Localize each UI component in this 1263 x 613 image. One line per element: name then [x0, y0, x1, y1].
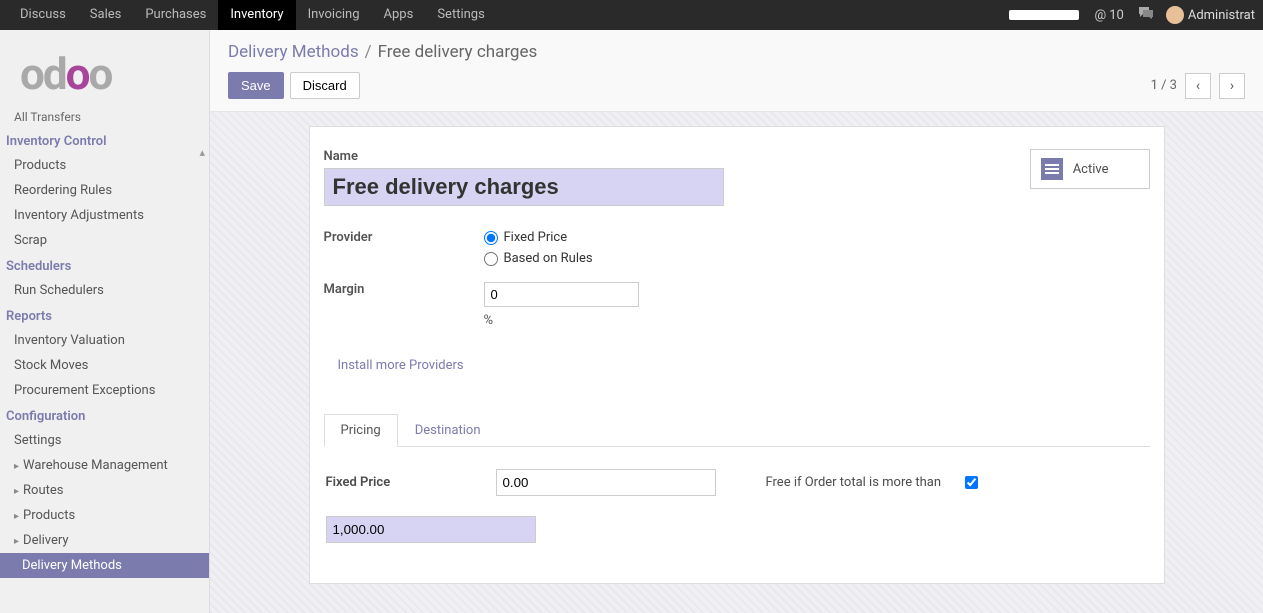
user-name[interactable]: Administrat: [1188, 8, 1255, 23]
pager: 1 / 3 ‹ ›: [1151, 73, 1245, 99]
nav-section-inventory-control: Inventory Control: [0, 128, 209, 153]
progress-bar: [1009, 10, 1079, 20]
menu-apps[interactable]: Apps: [372, 0, 426, 30]
margin-unit: %: [484, 313, 639, 328]
nav-section-configuration: Configuration: [0, 403, 209, 428]
nav-run-schedulers[interactable]: Run Schedulers: [0, 278, 209, 303]
nav-reordering-rules[interactable]: Reordering Rules: [0, 178, 209, 203]
fixed-price-label: Fixed Price: [326, 475, 476, 490]
fixed-price-input[interactable]: [496, 469, 716, 496]
active-toggle[interactable]: Active: [1030, 149, 1150, 189]
menu-discuss[interactable]: Discuss: [8, 0, 78, 30]
nav-delivery[interactable]: Delivery: [0, 528, 209, 553]
nav-products-config[interactable]: Products: [0, 503, 209, 528]
provider-rules-radio[interactable]: [484, 252, 498, 266]
nav-routes[interactable]: Routes: [0, 478, 209, 503]
pager-text: 1 / 3: [1151, 78, 1177, 93]
nav-section-schedulers: Schedulers: [0, 253, 209, 278]
nav-products[interactable]: Products: [0, 153, 209, 178]
tab-destination[interactable]: Destination: [398, 414, 498, 447]
top-menubar: Discuss Sales Purchases Inventory Invoic…: [0, 0, 1263, 30]
provider-fixed-radio[interactable]: [484, 231, 498, 245]
margin-label: Margin: [324, 282, 484, 324]
at-icon: @: [1095, 8, 1107, 23]
free-if-label: Free if Order total is more than: [766, 475, 942, 490]
margin-input[interactable]: [484, 282, 639, 307]
menu-settings[interactable]: Settings: [425, 0, 496, 30]
pager-next[interactable]: ›: [1219, 73, 1245, 99]
nav-delivery-methods[interactable]: Delivery Methods: [0, 553, 209, 578]
nav-stock-moves[interactable]: Stock Moves: [0, 353, 209, 378]
menu-purchases[interactable]: Purchases: [133, 0, 218, 30]
scroll-up-icon[interactable]: ▴: [199, 146, 205, 159]
name-input[interactable]: [324, 168, 724, 206]
tabs: Pricing Destination: [324, 413, 1150, 447]
pager-prev[interactable]: ‹: [1185, 73, 1211, 99]
breadcrumb-parent[interactable]: Delivery Methods: [228, 42, 359, 62]
provider-based-on-rules[interactable]: Based on Rules: [484, 251, 593, 266]
tab-pricing[interactable]: Pricing: [324, 414, 398, 447]
pricing-panel: Fixed Price Free if Order total is more …: [324, 447, 1150, 543]
save-button[interactable]: Save: [228, 72, 284, 99]
nav-inventory-adjustments[interactable]: Inventory Adjustments: [0, 203, 209, 228]
nav-all-transfers[interactable]: All Transfers: [0, 110, 209, 128]
active-label: Active: [1073, 162, 1109, 177]
nav-procurement-exceptions[interactable]: Procurement Exceptions: [0, 378, 209, 403]
install-providers-link[interactable]: Install more Providers: [338, 358, 464, 373]
provider-fixed-price[interactable]: Fixed Price: [484, 230, 593, 245]
name-label: Name: [324, 149, 724, 164]
nav-section-reports: Reports: [0, 303, 209, 328]
sidebar: odoo ▴ All Transfers Inventory Control P…: [0, 30, 210, 613]
form-sheet: Name Active Provider Fixed Price: [309, 126, 1165, 584]
menu-invoicing[interactable]: Invoicing: [296, 0, 372, 30]
notification-count[interactable]: @10: [1095, 8, 1124, 23]
logo: odoo: [0, 30, 209, 110]
provider-label: Provider: [324, 230, 484, 268]
breadcrumb-current: Free delivery charges: [378, 42, 538, 62]
free-if-checkbox[interactable]: [965, 476, 978, 489]
breadcrumb: Delivery Methods / Free delivery charges: [210, 30, 1263, 66]
nav-settings[interactable]: Settings: [0, 428, 209, 453]
breadcrumb-separator: /: [365, 42, 372, 62]
content-area: Delivery Methods / Free delivery charges…: [210, 30, 1263, 613]
free-if-amount-input[interactable]: [326, 516, 536, 543]
menu-inventory[interactable]: Inventory: [218, 0, 295, 30]
menu-sales[interactable]: Sales: [78, 0, 134, 30]
nav-warehouse-management[interactable]: Warehouse Management: [0, 453, 209, 478]
action-bar: Save Discard 1 / 3 ‹ ›: [210, 66, 1263, 112]
chat-icon[interactable]: [1138, 6, 1154, 24]
nav-inventory-valuation[interactable]: Inventory Valuation: [0, 328, 209, 353]
nav-scrap[interactable]: Scrap: [0, 228, 209, 253]
discard-button[interactable]: Discard: [290, 72, 360, 99]
archive-icon: [1041, 158, 1063, 180]
avatar[interactable]: [1166, 6, 1184, 24]
